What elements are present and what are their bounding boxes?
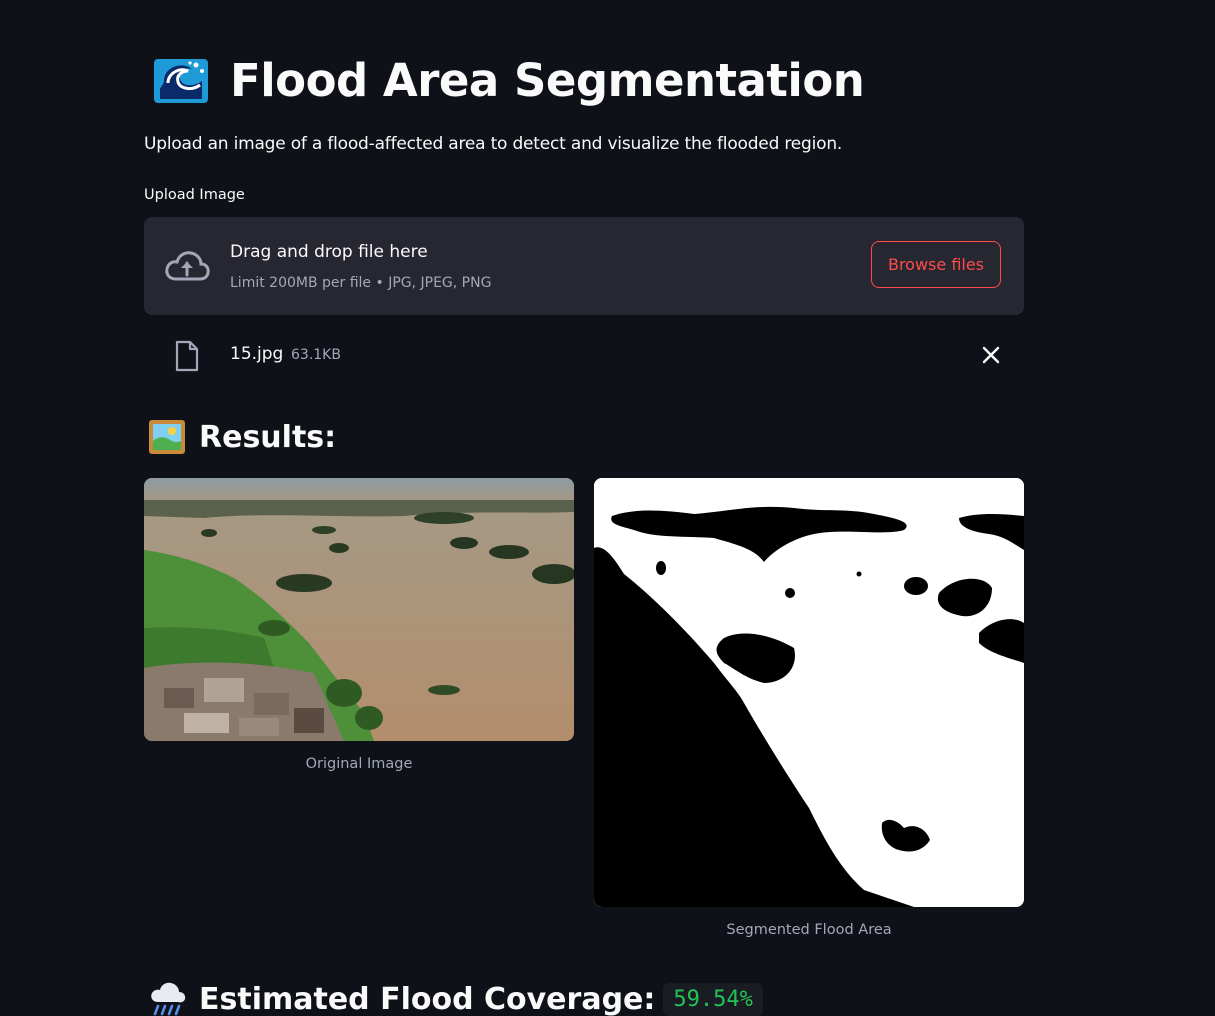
app-page: Flood Area Segmentation Upload an image …	[0, 0, 1215, 1016]
original-image-caption: Original Image	[305, 756, 413, 772]
dropzone-title: Drag and drop file here	[230, 242, 428, 262]
file-icon	[175, 340, 199, 372]
coverage-title: Estimated Flood Coverage:	[199, 981, 656, 1016]
close-icon[interactable]	[980, 344, 1002, 366]
dropzone-limit-text: Limit 200MB per file • JPG, JPEG, PNG	[230, 275, 492, 291]
results-title: Results:	[199, 419, 337, 455]
file-name: 15.jpg	[230, 344, 284, 364]
page-title: Flood Area Segmentation	[230, 53, 865, 107]
framed-picture-icon	[149, 420, 185, 454]
cloud-rain-icon	[151, 982, 186, 1016]
browse-files-button[interactable]: Browse files	[871, 241, 1001, 288]
water-wave-icon	[154, 59, 208, 103]
file-dropzone[interactable]: Drag and drop file here Limit 200MB per …	[144, 217, 1024, 315]
original-image	[144, 478, 574, 741]
cloud-upload-icon	[165, 251, 210, 281]
page-subtitle: Upload an image of a flood-affected area…	[144, 134, 843, 154]
segmented-mask-image	[594, 478, 1024, 907]
upload-label: Upload Image	[144, 187, 245, 203]
title-row: Flood Area Segmentation	[152, 50, 865, 110]
uploaded-file-row: 15.jpg 63.1KB	[144, 330, 1024, 380]
coverage-value: 59.54%	[663, 982, 763, 1016]
file-size: 63.1KB	[291, 347, 341, 363]
coverage-row: Estimated Flood Coverage: 59.54%	[148, 976, 763, 1016]
results-header: Results:	[148, 414, 336, 460]
segmented-image-caption: Segmented Flood Area	[726, 922, 892, 938]
